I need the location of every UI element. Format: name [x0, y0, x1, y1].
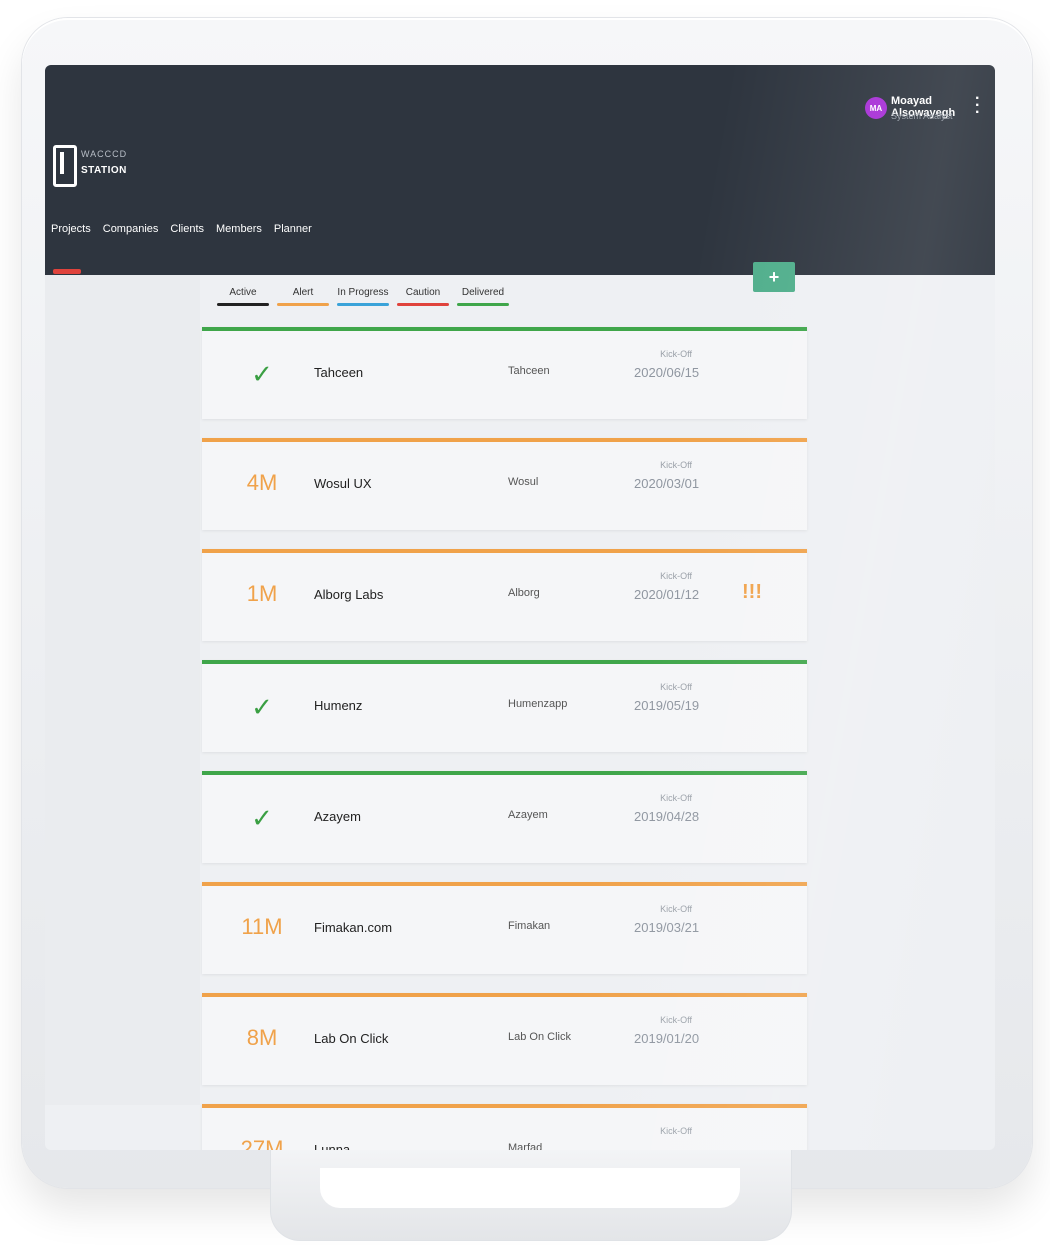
duration-badge: 8M — [246, 1025, 278, 1050]
kickoff-date: 2020/01/12 — [634, 587, 700, 602]
project-card-lab-on-click[interactable]: 8M Lab On Click Lab On Click Kick-Off 20… — [202, 993, 807, 1085]
project-client: Marfad — [508, 1142, 543, 1150]
tab-underline — [457, 303, 509, 306]
project-name: Azayem — [314, 809, 361, 824]
tab-label: Alert — [292, 287, 314, 298]
project-client: Humenzapp — [508, 698, 568, 710]
project-card-humenz[interactable]: ✓ Humenz Humenzapp Kick-Off 2019/05/19 — [202, 660, 807, 752]
status-filter-tabs: Active Alert In Progress Caution Deliver… — [217, 287, 509, 306]
main-nav: Projects Companies Clients Members Plann… — [51, 223, 312, 235]
avatar[interactable]: MA — [865, 97, 887, 119]
nav-members[interactable]: Members — [216, 223, 262, 235]
project-client: Alborg — [508, 587, 540, 599]
nav-clients[interactable]: Clients — [170, 223, 204, 235]
duration-badge: 4M — [246, 470, 278, 495]
project-name: Fimakan.com — [314, 920, 393, 935]
project-client: Fimakan — [508, 920, 551, 932]
app-screen: WACCCD STATION Projects Companies Client… — [45, 65, 995, 1150]
kickoff-date: 2019/05/19 — [634, 698, 700, 713]
kickoff-date: 2020/06/15 — [634, 365, 700, 380]
project-name: Tahceen — [314, 365, 364, 380]
kickoff-date: 2019/01/20 — [634, 1031, 700, 1046]
kickoff-label: Kick-Off — [660, 793, 692, 803]
tab-alert[interactable]: Alert — [277, 287, 329, 306]
sidebar — [45, 275, 200, 1105]
project-name: Lunna — [314, 1142, 351, 1150]
more-menu-icon[interactable]: · · · — [975, 91, 980, 121]
nav-active-indicator — [53, 269, 81, 274]
check-icon: ✓ — [251, 692, 273, 722]
tab-caution[interactable]: Caution — [397, 287, 449, 306]
kickoff-label: Kick-Off — [660, 904, 692, 914]
project-list: ✓ Tahceen Tahceen Kick-Off 2020/06/15 4M… — [202, 327, 807, 1150]
project-client: Wosul — [508, 476, 539, 488]
duration-badge: 11M — [241, 914, 283, 939]
project-card-fimakan[interactable]: 11M Fimakan.com Fimakan Kick-Off 2019/03… — [202, 882, 807, 974]
tab-label: Active — [229, 287, 257, 298]
kickoff-date: 2020/03/01 — [634, 476, 700, 491]
kickoff-date: 2019/03/21 — [634, 920, 700, 935]
project-client: Lab On Click — [508, 1031, 571, 1043]
project-card-lunna[interactable]: 27M Lunna Marfad Kick-Off — [202, 1104, 807, 1150]
nav-companies[interactable]: Companies — [103, 223, 159, 235]
tab-label: Delivered — [461, 287, 505, 298]
tab-active[interactable]: Active — [217, 287, 269, 306]
project-card-wosul-ux[interactable]: 4M Wosul UX Wosul Kick-Off 2020/03/01 — [202, 438, 807, 530]
tab-delivered[interactable]: Delivered — [457, 287, 509, 306]
project-card-azayem[interactable]: ✓ Azayem Azayem Kick-Off 2019/04/28 — [202, 771, 807, 863]
project-client: Azayem — [508, 809, 548, 821]
project-client: Tahceen — [508, 365, 550, 377]
check-icon: ✓ — [251, 359, 273, 389]
nav-planner[interactable]: Planner — [274, 223, 312, 235]
alert-icon: !!! — [742, 581, 762, 603]
stand-notch — [320, 1168, 740, 1208]
nav-projects[interactable]: Projects — [51, 223, 91, 235]
duration-badge: 27M — [240, 1136, 284, 1150]
kickoff-label: Kick-Off — [660, 460, 692, 470]
project-name: Lab On Click — [314, 1031, 389, 1046]
tab-underline — [337, 303, 389, 306]
add-project-button[interactable]: + — [753, 262, 795, 292]
tab-label: Caution — [405, 287, 441, 298]
kickoff-label: Kick-Off — [660, 349, 692, 359]
top-bar: WACCCD STATION Projects Companies Client… — [45, 65, 995, 275]
project-name: Humenz — [314, 698, 363, 713]
kickoff-label: Kick-Off — [660, 1126, 692, 1136]
station-logo-icon[interactable] — [53, 145, 77, 187]
user-role: System Analyst — [891, 111, 953, 121]
tab-underline — [277, 303, 329, 306]
tab-underline — [397, 303, 449, 306]
tab-label: In Progress — [337, 287, 389, 298]
project-name: Alborg Labs — [314, 587, 384, 602]
kickoff-label: Kick-Off — [660, 682, 692, 692]
check-icon: ✓ — [251, 803, 273, 833]
project-card-tahceen[interactable]: ✓ Tahceen Tahceen Kick-Off 2020/06/15 — [202, 327, 807, 419]
duration-badge: 1M — [246, 581, 278, 606]
project-card-alborg-labs[interactable]: 1M Alborg Labs Alborg Kick-Off 2020/01/1… — [202, 549, 807, 641]
tab-in-progress[interactable]: In Progress — [337, 287, 389, 306]
brand-name-top: WACCCD — [81, 149, 128, 159]
kickoff-label: Kick-Off — [660, 571, 692, 581]
kickoff-label: Kick-Off — [660, 1015, 692, 1025]
kickoff-date: 2019/04/28 — [634, 809, 700, 824]
project-name: Wosul UX — [314, 476, 372, 491]
tab-underline — [217, 303, 269, 306]
brand-name-bottom: STATION — [81, 165, 127, 176]
